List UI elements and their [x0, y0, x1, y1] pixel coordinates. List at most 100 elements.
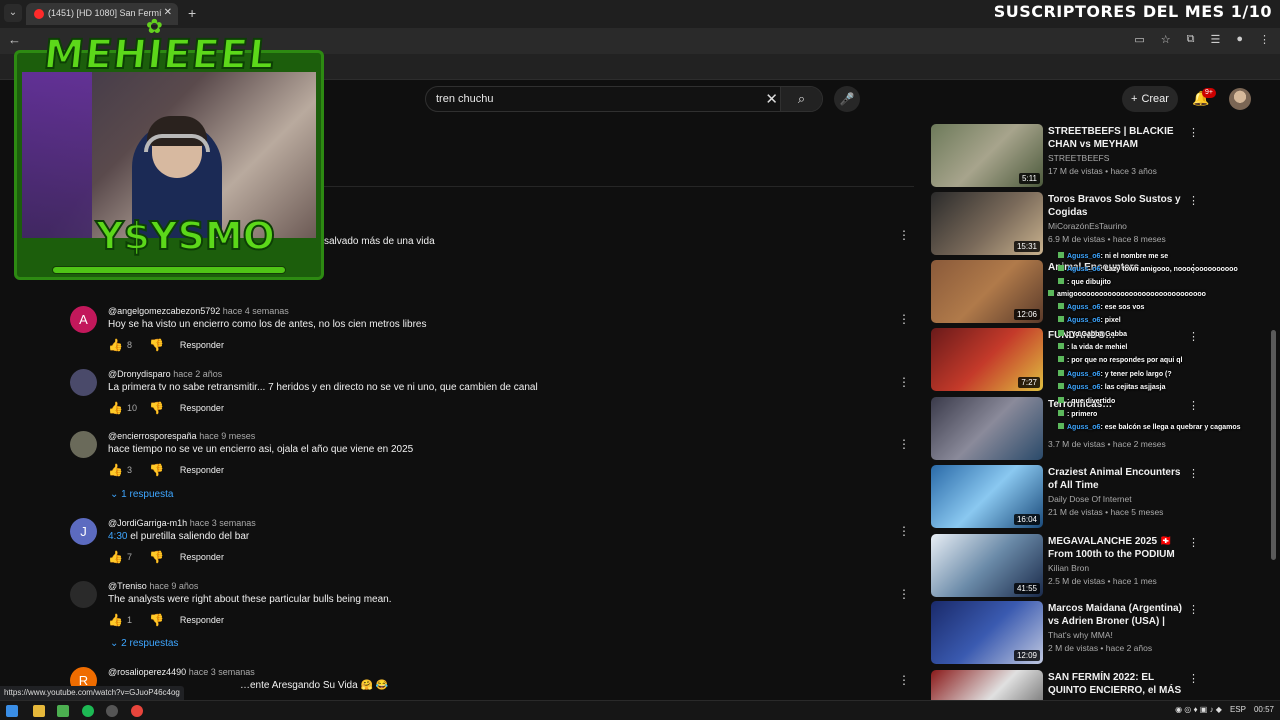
video-title[interactable]: Marcos Maidana (Argentina) vs Adrien Bro…	[1048, 602, 1188, 628]
chrome-icon[interactable]	[131, 705, 143, 717]
file-explorer-icon[interactable]	[33, 705, 45, 717]
search-icon[interactable]: ⌕	[780, 87, 822, 111]
avatar[interactable]: J	[70, 518, 97, 545]
video-title[interactable]: Toros Bravos Solo Sustos y Cogidas	[1048, 193, 1188, 219]
new-tab-icon[interactable]: +	[188, 5, 196, 21]
comment-menu-icon[interactable]: ⋮	[898, 312, 910, 326]
reply-button[interactable]: Responder	[180, 465, 224, 475]
browser-menu-icon[interactable]: ⋮	[1259, 33, 1270, 46]
thumbs-up-icon[interactable]: 👍	[108, 401, 123, 415]
account-avatar[interactable]	[1229, 88, 1251, 110]
video-thumbnail[interactable]: 15:31	[931, 192, 1043, 255]
thumbs-down-icon[interactable]: 👎	[149, 401, 164, 415]
channel-name[interactable]: MiCorazónEsTaurino	[1048, 221, 1127, 231]
comment-handle[interactable]: @angelgomezcabezon5792	[108, 306, 220, 316]
obs-icon[interactable]	[106, 705, 118, 717]
video-title[interactable]: SAN FERMÍN 2022: EL QUINTO ENCIERRO, el …	[1048, 671, 1188, 697]
comment-menu-icon[interactable]: ⋮	[898, 673, 910, 687]
thumbs-up-icon[interactable]: 👍	[108, 463, 123, 477]
thumbs-up-icon[interactable]: 👍	[108, 338, 123, 352]
avatar[interactable]	[70, 369, 97, 396]
recommended-video[interactable]: 41:55 MEGAVALANCHE 2025 🇨🇭 From 100th to…	[931, 534, 1199, 598]
comment-time[interactable]: hace 2 años	[173, 369, 222, 379]
app-icon[interactable]	[57, 705, 69, 717]
comment-menu-icon[interactable]: ⋮	[898, 437, 910, 451]
reply-button[interactable]: Responder	[180, 340, 224, 350]
clock[interactable]: 00:57	[1254, 705, 1274, 714]
video-thumbnail[interactable]: 41:55	[931, 534, 1043, 597]
chat-text: : la vida de mehiel	[1067, 344, 1128, 351]
language-indicator[interactable]: ESP	[1230, 705, 1246, 714]
comment-handle[interactable]: @JordiGarriga-m1h	[108, 518, 187, 528]
video-menu-icon[interactable]: ⋮	[1188, 536, 1199, 549]
search-input[interactable]: tren chuchu ✕ ⌕	[425, 86, 823, 112]
cast-icon[interactable]: ▭	[1134, 33, 1144, 46]
thumbs-down-icon[interactable]: 👎	[149, 613, 164, 627]
create-button[interactable]: + Crear	[1122, 86, 1178, 112]
clear-search-icon[interactable]: ✕	[765, 90, 778, 108]
comment-handle[interactable]: @encierrosporespaña	[108, 431, 197, 441]
video-menu-icon[interactable]: ⋮	[1188, 603, 1199, 616]
video-menu-icon[interactable]: ⋮	[1188, 672, 1199, 685]
comment-time[interactable]: hace 3 semanas	[190, 518, 256, 528]
thumbs-down-icon[interactable]: 👎	[149, 463, 164, 477]
thumbs-up-icon[interactable]: 👍	[108, 613, 123, 627]
video-title[interactable]: STREETBEEFS | BLACKIE CHAN vs MEYHAM	[1048, 125, 1188, 151]
timestamp-link[interactable]: 4:30	[108, 531, 127, 542]
avatar[interactable]	[70, 431, 97, 458]
extensions-icon[interactable]: ⧉	[1187, 33, 1195, 46]
reading-list-icon[interactable]: ☰	[1210, 33, 1220, 46]
chat-username: Aguss_o6	[1067, 266, 1101, 273]
thumbs-up-icon[interactable]: 👍	[108, 550, 123, 564]
reply-button[interactable]: Responder	[180, 552, 224, 562]
close-tab-icon[interactable]: ✕	[164, 7, 172, 18]
channel-name[interactable]: Daily Dose Of Internet	[1048, 494, 1132, 504]
view-replies-button[interactable]: ⌄ 2 respuestas	[110, 638, 178, 649]
video-title[interactable]: MEGAVALANCHE 2025 🇨🇭 From 100th to the P…	[1048, 535, 1188, 561]
avatar[interactable]: A	[70, 306, 97, 333]
recommended-video[interactable]: 12:09 Marcos Maidana (Argentina) vs Adri…	[931, 601, 1199, 665]
profile-icon[interactable]: ●	[1236, 33, 1243, 46]
comment-menu-icon[interactable]: ⋮	[898, 375, 910, 389]
spotify-icon[interactable]	[82, 705, 94, 717]
video-thumbnail[interactable]: 7:27	[931, 328, 1043, 391]
view-replies-button[interactable]: ⌄ 1 respuesta	[110, 489, 173, 500]
bookmark-star-icon[interactable]: ☆	[1161, 33, 1171, 46]
video-thumbnail[interactable]: 16:04	[931, 465, 1043, 528]
comment-menu-icon[interactable]: ⋮	[898, 228, 910, 242]
video-menu-icon[interactable]: ⋮	[1188, 467, 1199, 480]
tray-icons[interactable]: ◉ ◎ ♦ ▣ ♪ ◆	[1175, 705, 1222, 714]
channel-name[interactable]: Kilian Bron	[1048, 563, 1089, 573]
windows-start-icon[interactable]	[6, 705, 18, 717]
reply-button[interactable]: Responder	[180, 403, 224, 413]
avatar[interactable]	[70, 581, 97, 608]
comment-menu-icon[interactable]: ⋮	[898, 587, 910, 601]
video-thumbnail[interactable]	[931, 397, 1043, 460]
thumbs-down-icon[interactable]: 👎	[149, 338, 164, 352]
video-title[interactable]: Craziest Animal Encounters of All Time	[1048, 466, 1188, 492]
recommended-video[interactable]: 15:31 Toros Bravos Solo Sustos y Cogidas…	[931, 192, 1199, 256]
comment-handle[interactable]: @Treniso	[108, 581, 147, 591]
thumbs-down-icon[interactable]: 👎	[149, 550, 164, 564]
video-thumbnail[interactable]: 5:11	[931, 124, 1043, 187]
stream-banner: SUSCRIPTORES DEL MES 1/10	[993, 2, 1272, 21]
video-menu-icon[interactable]: ⋮	[1188, 126, 1199, 139]
video-thumbnail[interactable]: 12:09	[931, 601, 1043, 664]
channel-name[interactable]: That's why MMA!	[1048, 630, 1113, 640]
channel-name[interactable]: STREETBEEFS	[1048, 153, 1109, 163]
back-arrow-icon[interactable]: ←	[8, 32, 21, 47]
tab-search-button[interactable]: ⌄	[4, 4, 22, 22]
video-menu-icon[interactable]: ⋮	[1188, 194, 1199, 207]
comment-time[interactable]: hace 4 semanas	[223, 306, 289, 316]
microphone-icon[interactable]: 🎤	[834, 86, 860, 112]
comment-menu-icon[interactable]: ⋮	[898, 524, 910, 538]
recommended-video[interactable]: 16:04 Craziest Animal Encounters of All …	[931, 465, 1199, 529]
recommended-video[interactable]: 5:11 STREETBEEFS | BLACKIE CHAN vs MEYHA…	[931, 124, 1199, 188]
comment-time[interactable]: hace 9 meses	[199, 431, 255, 441]
comment-time[interactable]: hace 9 años	[149, 581, 198, 591]
reply-button[interactable]: Responder	[180, 615, 224, 625]
video-thumbnail[interactable]: 12:06	[931, 260, 1043, 323]
comment-handle[interactable]: @rosalioperez4490	[108, 667, 186, 677]
comment-time[interactable]: hace 3 semanas	[189, 667, 255, 677]
comment-handle[interactable]: @Dronydisparo	[108, 369, 171, 379]
